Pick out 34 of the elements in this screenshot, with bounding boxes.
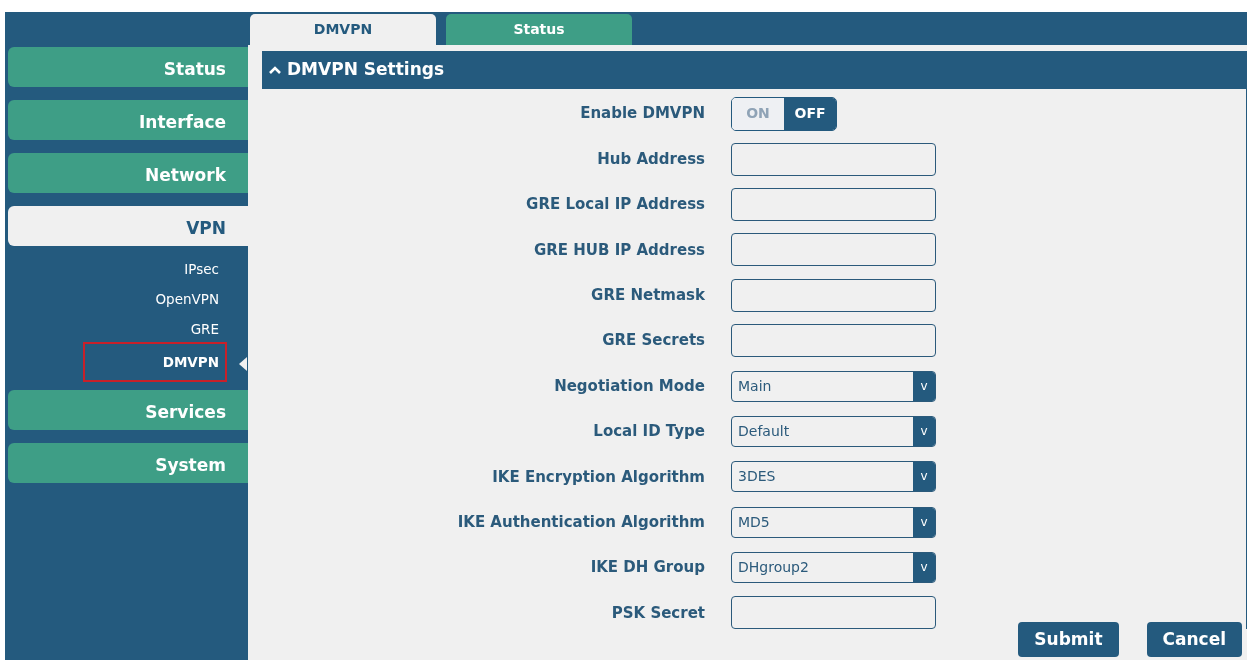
input-field[interactable] <box>731 233 936 267</box>
cancel-button[interactable]: Cancel <box>1146 622 1242 657</box>
field-label: Enable DMVPN <box>579 103 706 125</box>
field-label: Negotiation Mode <box>553 375 706 397</box>
chevron-icon <box>268 65 282 75</box>
field-label: GRE Netmask <box>590 285 706 306</box>
dropdown[interactable]: 3DES v <box>731 461 936 493</box>
dropdown[interactable]: Main v <box>731 370 936 402</box>
field-label: IKE DH Group <box>589 557 706 579</box>
input-field[interactable] <box>731 187 936 221</box>
field-label: PSK Secret <box>610 602 706 624</box>
input-field[interactable] <box>731 142 936 176</box>
field-label: GRE Secrets <box>601 330 706 352</box>
panel-title: DMVPN Settings <box>287 58 445 82</box>
toggle-switch[interactable]: ON OFF <box>731 96 837 131</box>
submenu-item[interactable]: IPsec <box>176 252 227 282</box>
input-field[interactable] <box>731 324 936 358</box>
field-label: Hub Address <box>596 148 706 170</box>
input-field[interactable] <box>731 596 936 629</box>
field-label: GRE HUB IP Address <box>532 239 706 261</box>
dropdown[interactable]: MD5 v <box>731 506 936 538</box>
submit-button[interactable]: Submit <box>1018 622 1119 657</box>
tab[interactable]: DMVPN <box>250 14 436 45</box>
panel-header[interactable]: DMVPN Settings <box>262 51 1246 89</box>
sidebar-item[interactable]: VPN <box>8 206 248 246</box>
submenu-item[interactable]: GRE <box>182 312 227 342</box>
field-label: IKE Encryption Algorithm <box>491 466 706 488</box>
field-label: IKE Authentication Algorithm <box>456 511 706 533</box>
submenu-item[interactable]: OpenVPN <box>147 282 227 312</box>
field-label: GRE Local IP Address <box>525 194 706 216</box>
dropdown[interactable]: Default v <box>731 415 936 447</box>
input-field[interactable] <box>731 278 936 312</box>
dropdown[interactable]: DHgroup2 v <box>731 552 936 584</box>
field-label: Local ID Type <box>592 421 706 443</box>
